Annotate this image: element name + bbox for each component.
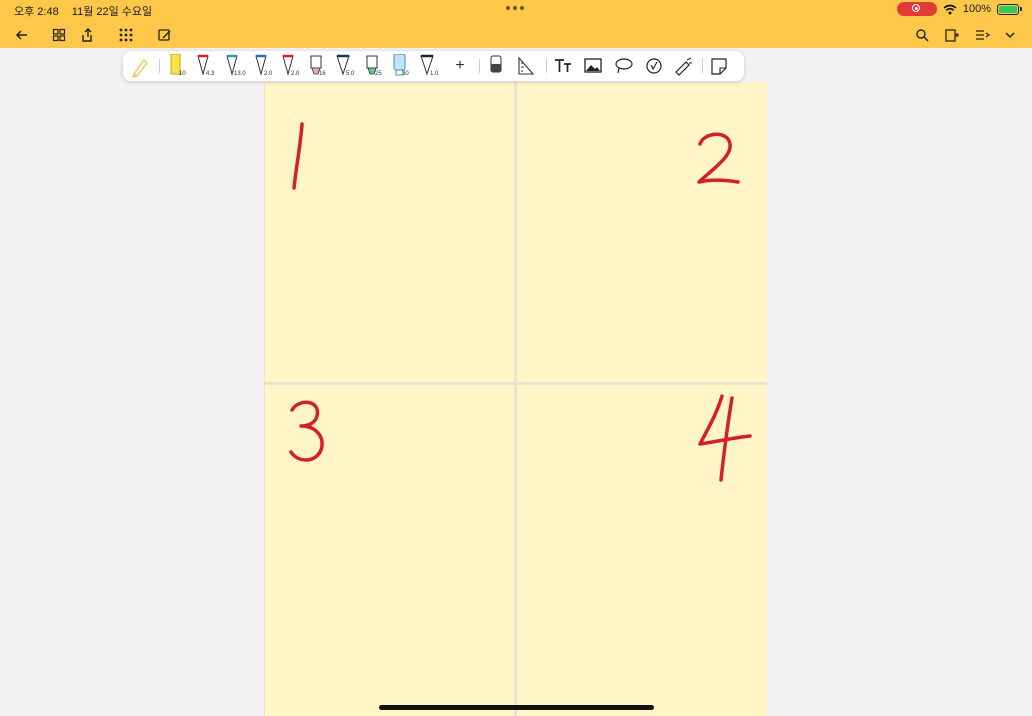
add-pen-button[interactable]: +: [450, 54, 470, 78]
ruler-icon[interactable]: [515, 54, 537, 78]
pen-navy[interactable]: 5.0: [333, 54, 355, 78]
pen-red[interactable]: 4.3: [193, 54, 215, 78]
pen-teal[interactable]: 13.0: [222, 54, 246, 78]
battery-percent: 100%: [962, 3, 991, 15]
add-page-icon[interactable]: [942, 26, 962, 44]
sticky-note-icon[interactable]: [708, 54, 730, 78]
screen-record-icon[interactable]: [896, 2, 937, 16]
pen-black[interactable]: 1.0: [417, 54, 439, 78]
pen-blue[interactable]: 2.0: [251, 54, 273, 78]
battery-icon: [997, 3, 1019, 15]
back-arrow-icon[interactable]: [12, 26, 32, 44]
apps-icon[interactable]: [116, 26, 136, 44]
image-icon[interactable]: [582, 54, 604, 78]
handwritten-number-4: [698, 394, 752, 482]
notebook-page[interactable]: [264, 82, 767, 716]
top-bar: 오후 2:48 11월 22일 수요일 100%: [0, 0, 1032, 48]
text-icon[interactable]: [552, 54, 574, 78]
status-time: 오후 2:48: [14, 6, 59, 18]
share-upload-icon[interactable]: [78, 26, 98, 44]
search-icon[interactable]: [912, 26, 932, 44]
sticker-icon[interactable]: [643, 54, 665, 78]
more-menu-icon[interactable]: [972, 26, 992, 44]
wifi-icon: [943, 4, 957, 14]
pen-red-2[interactable]: 2.0: [278, 54, 300, 78]
home-indicator[interactable]: [379, 705, 654, 710]
highlighter-yellow[interactable]: 10: [166, 54, 188, 78]
marker-lightblue[interactable]: 30: [389, 54, 411, 78]
quadrant-2[interactable]: [517, 82, 767, 382]
pen-pink[interactable]: 16: [306, 54, 328, 78]
lasso-icon[interactable]: [613, 54, 635, 78]
pen-green[interactable]: 25: [362, 54, 384, 78]
status-right: 100%: [896, 2, 1022, 16]
handwritten-number-2: [697, 132, 740, 184]
status-date: 11월 22일 수요일: [71, 6, 153, 18]
edit-page-icon[interactable]: [155, 26, 175, 44]
handwritten-number-3: [289, 400, 324, 462]
multitask-dots[interactable]: [506, 6, 524, 10]
status-time-date: 오후 2:48 11월 22일 수요일: [14, 3, 162, 19]
eraser-icon[interactable]: [485, 54, 507, 78]
laser-pointer-icon[interactable]: [672, 54, 694, 78]
pen-toolbar: 10 4.3 13.0 2.0 2.0 16 5.0 25 30 1.0 +: [123, 51, 744, 81]
grid-view-icon[interactable]: [49, 26, 69, 44]
pencil-tool[interactable]: [129, 54, 151, 78]
chevron-down-icon[interactable]: [1000, 26, 1020, 44]
handwritten-number-1: [292, 122, 304, 190]
